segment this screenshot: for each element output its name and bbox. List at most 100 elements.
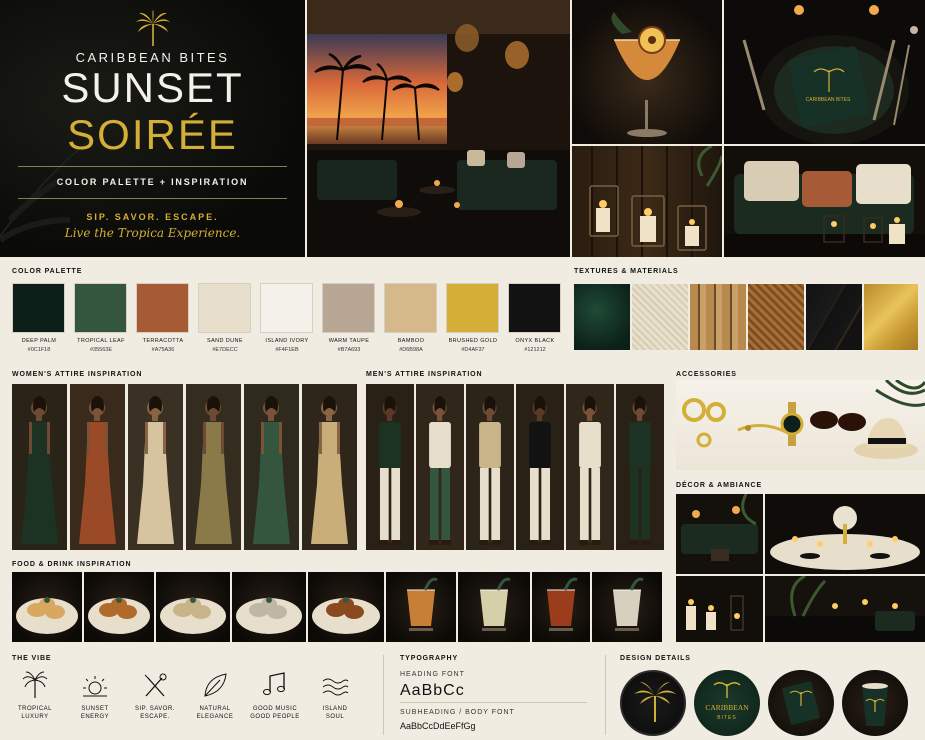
coaster-text: CARIBBEAN [705,703,749,712]
passionfruit-cocktail-photo [572,0,722,144]
heading-font-label: HEADING FONT [400,671,465,678]
cup-detail [842,670,908,736]
decor-dining-photo [765,576,925,642]
hero-subtitle: COLOR PALETTE + INSPIRATION [56,177,249,187]
green-coaster: CARIBBEAN BITES [694,670,760,736]
food-plate-photo [156,572,230,642]
vibe-label-line: LUXURY [21,714,49,720]
vibe-label-line: GOOD PEOPLE [250,714,300,720]
swatch-name: WARM TAUPE [328,338,370,344]
title-line-1: SUNSET [61,64,244,111]
accessories-photo [676,380,925,470]
food-plate-photo [84,572,154,642]
velvet-texture [574,284,630,350]
divider [400,702,587,703]
vibe-label-line: SOUL [325,714,345,720]
typography-label: TYPOGRAPHY [400,655,459,662]
swatch-name: SAND DUNE [207,338,243,344]
swatch-hex: #F4F1EB [275,347,299,353]
vibe-label-line: ISLAND [322,706,348,712]
swatch-brushed-gold [446,283,499,333]
swatch-name: TERRACOTTA [142,338,184,344]
food-plate-photo [12,572,82,642]
food-plate-photo [308,572,384,642]
womens-look-photo [302,384,357,550]
hero-tagline: SIP. SAVOR. ESCAPE. [86,212,219,222]
womens-look-photo [70,384,125,550]
heading-font-sample: AaBbCc [400,682,465,699]
swatch-hex: #0C1F18 [27,347,51,353]
brushed-gold-texture [864,284,918,350]
bamboo-candles-photo [572,146,722,257]
swatch-hex: #D6B98A [399,347,423,353]
swatch-terracotta [136,283,189,333]
palm-logo-icon [634,682,676,722]
swatch-bamboo [384,283,437,333]
vibe-label: NATURAL ELEGANCE [185,705,245,721]
decor-lounge-photo [676,494,763,574]
vibe-label-line: NATURAL [199,706,231,712]
decor-candles-photo [676,576,763,642]
menu-card-text: CARIBBEAN BITES [806,97,851,103]
swatch-name: BRUSHED GOLD [448,338,498,344]
vibe-label: GOOD MUSIC GOOD PEOPLE [245,705,305,721]
divider [18,166,287,167]
lounge-sunset-photo [307,0,570,257]
accessories-label: ACCESSORIES [676,371,737,378]
vibe-label: SUNSET ENERGY [65,705,125,721]
bamboo-texture [690,284,746,350]
womens-attire-label: WOMEN'S ATTIRE INSPIRATION [12,371,143,378]
rattan-texture [748,284,804,350]
utensils-icon [144,673,167,697]
decor-banquet-photo [765,494,925,574]
mens-attire-label: MEN'S ATTIRE INSPIRATION [366,371,483,378]
swatch-tropical-leaf [74,283,127,333]
vibe-label-line: ESCAPE. [140,714,170,720]
vibe-label-line: ENERGY [80,714,110,720]
divider [18,198,287,199]
swatch-name: BAMBOO [397,338,425,344]
textures-label: TEXTURES & MATERIALS [574,268,679,275]
body-font-label: SUBHEADING / BODY FONT [400,709,515,716]
body-font-sample: AaBbCcDdEeFfGg [400,721,476,731]
swatch-sand-dune [198,283,251,333]
waves-icon [322,678,349,696]
music-note-icon [263,672,285,696]
mens-look-photo [466,384,514,550]
swatch-onyx-black [508,283,561,333]
menu-card-detail [768,670,834,736]
leaf-icon [204,673,227,697]
drink-photo [592,572,662,642]
mens-look-photo [416,384,464,550]
drink-photo [386,572,456,642]
womens-look-photo [12,384,67,550]
vibe-label: TROPICAL LUXURY [5,705,65,721]
womens-look-photo [186,384,241,550]
lounge-sofa-photo [724,146,925,257]
palm-tree-icon [22,671,48,698]
swatch-name: ONYX BLACK [515,338,555,344]
swatch-name: ISLAND IVORY [265,338,309,344]
womens-look-photo [128,384,183,550]
swatch-hex: #E7DECC [212,347,238,353]
mens-look-photo [366,384,414,550]
vibe-label: ISLAND SOUL [305,705,365,721]
black-marble-texture [806,284,862,350]
mens-look-photo [616,384,664,550]
brand-name: CARIBBEAN BITES [75,50,230,65]
sun-icon [83,676,107,697]
hero-panel: CARIBBEAN BITES SUNSET SOIRÉE COLOR PALE… [0,0,305,257]
hero-script-line: Live the Tropica Experience. [64,226,241,240]
swatch-hex: #35563E [89,347,113,353]
mens-look-photo [566,384,614,550]
color-palette-label: COLOR PALETTE [12,268,83,275]
title-line-2: SOIRÉE [67,111,238,158]
design-details-label: DESIGN DETAILS [620,655,691,662]
swatch-island-ivory [260,283,313,333]
the-vibe-label: THE VIBE [12,655,52,662]
vibe-label-line: TROPICAL [17,706,52,712]
divider [383,655,384,735]
decor-label: DÉCOR & AMBIANCE [676,482,763,489]
vibe-label-line: SIP. SAVOR. [135,706,175,712]
palm-logo-icon [136,10,170,46]
